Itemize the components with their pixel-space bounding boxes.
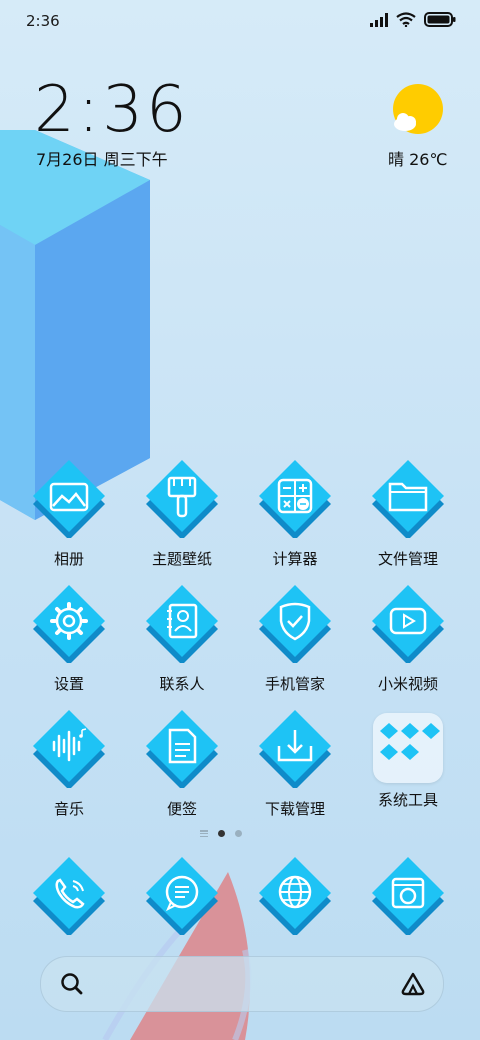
app-file-manager[interactable]: 文件管理 <box>358 458 458 569</box>
mini-app-icon <box>401 744 419 760</box>
message-icon <box>146 857 218 937</box>
app-label: 计算器 <box>272 550 318 568</box>
app-label: 音乐 <box>53 800 84 818</box>
page-dot <box>235 830 242 837</box>
app-label: 手机管家 <box>264 675 325 693</box>
app-label: 联系人 <box>159 675 205 693</box>
app-security[interactable]: 手机管家 <box>245 583 345 694</box>
app-label: 下载管理 <box>264 800 325 818</box>
mini-app-icon <box>380 744 398 760</box>
mini-app-icon <box>422 723 440 739</box>
folder-icon <box>372 460 444 540</box>
status-bar: 2:36 <box>0 0 480 44</box>
calculator-icon <box>259 460 331 540</box>
dock-messages[interactable] <box>132 855 232 939</box>
battery-icon <box>424 12 456 27</box>
app-label: 主题壁纸 <box>151 550 212 568</box>
app-theme[interactable]: 主题壁纸 <box>132 458 232 569</box>
music-wave-icon <box>33 710 105 790</box>
app-label: 文件管理 <box>377 550 438 568</box>
note-icon <box>146 710 218 790</box>
app-folder-system-tools[interactable]: 系统工具 <box>358 708 458 810</box>
browser-icon <box>259 857 331 937</box>
app-contacts[interactable]: 联系人 <box>132 583 232 694</box>
download-icon <box>259 710 331 790</box>
app-label: 便签 <box>166 800 197 818</box>
gallery-icon <box>33 460 105 540</box>
phone-icon <box>33 857 105 937</box>
app-label: 小米视频 <box>377 675 438 693</box>
sunny-cloud-icon[interactable] <box>391 84 445 138</box>
play-icon <box>372 585 444 665</box>
brush-icon <box>146 460 218 540</box>
date-label: 7月26日 周三下午 <box>36 150 168 169</box>
page-indicator[interactable] <box>200 830 242 837</box>
mini-app-icon <box>380 723 398 739</box>
dock-phone[interactable] <box>19 855 119 939</box>
status-time: 2:36 <box>26 12 60 30</box>
app-downloads[interactable]: 下载管理 <box>245 708 345 819</box>
shield-icon <box>259 585 331 665</box>
app-label: 设置 <box>53 675 84 693</box>
app-video[interactable]: 小米视频 <box>358 583 458 694</box>
folder-group-icon <box>373 713 443 783</box>
mini-app-icon <box>401 723 419 739</box>
app-calculator[interactable]: 计算器 <box>245 458 345 569</box>
assistant-icon[interactable] <box>399 971 427 997</box>
app-settings[interactable]: 设置 <box>19 583 119 694</box>
weather-text: 晴 26℃ <box>388 150 448 169</box>
page-dot-current <box>218 830 225 837</box>
camera-icon <box>372 857 444 937</box>
dock-browser[interactable] <box>245 855 345 939</box>
app-label: 相册 <box>53 550 84 568</box>
app-label: 系统工具 <box>377 791 438 809</box>
app-notes[interactable]: 便签 <box>132 708 232 819</box>
gear-icon <box>33 585 105 665</box>
contacts-icon <box>146 585 218 665</box>
dock-camera[interactable] <box>358 855 458 939</box>
clock-widget[interactable]: 2:36 <box>34 78 190 142</box>
wifi-icon <box>396 12 416 27</box>
search-bar[interactable] <box>40 956 444 1012</box>
search-icon[interactable] <box>59 971 85 997</box>
page-list-icon <box>200 830 208 837</box>
status-icons <box>370 12 456 27</box>
signal-icon <box>370 12 388 27</box>
app-music[interactable]: 音乐 <box>19 708 119 819</box>
app-gallery[interactable]: 相册 <box>19 458 119 569</box>
